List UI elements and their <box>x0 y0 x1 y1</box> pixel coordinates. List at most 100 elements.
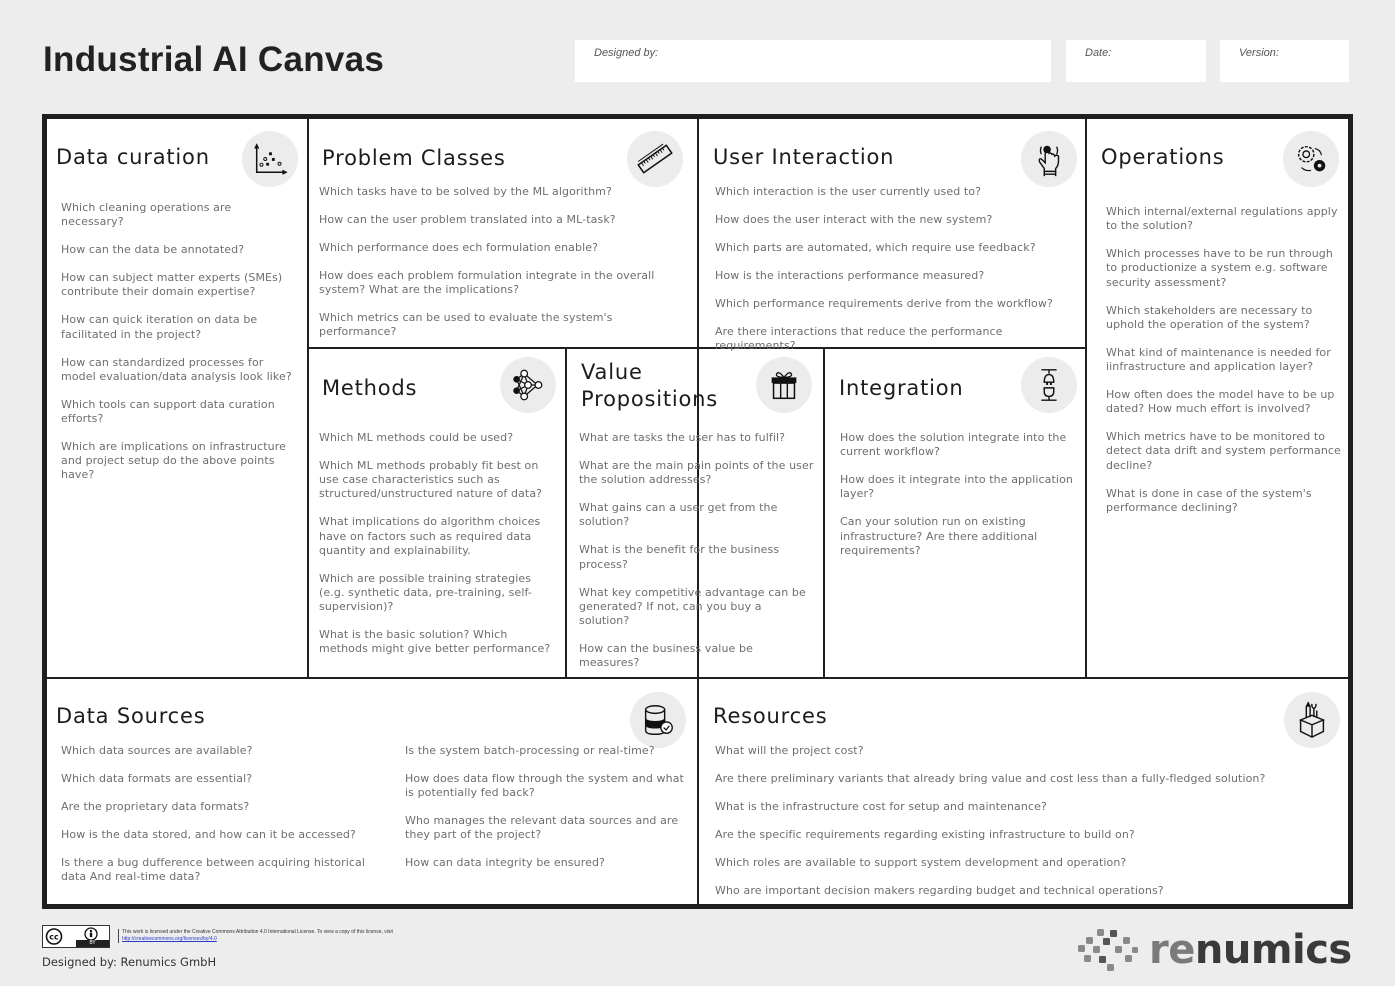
question-item: Which roles are available to support sys… <box>715 856 1127 869</box>
question-item: Which performance does ech formulation e… <box>319 241 599 254</box>
renumics-logo[interactable]: renumics <box>1077 925 1352 975</box>
question-item: Are the proprietary data formats? <box>61 800 250 813</box>
date-label: Date: <box>1085 47 1112 59</box>
user-interaction-title: User Interaction <box>713 145 895 169</box>
svg-text:cc: cc <box>49 933 59 942</box>
designed-by-credit: Designed by: Renumics GmbH <box>42 955 217 969</box>
question-item: Can your solution run on existing infras… <box>840 515 1038 557</box>
data-sources-questions-right: Is the system batch-processing or real-t… <box>405 744 690 884</box>
question-item: How can the business value be measures? <box>579 642 753 670</box>
version-field[interactable]: Version: <box>1220 40 1349 82</box>
data-curation-questions: Which cleaning operations are necessary?… <box>61 201 293 496</box>
date-field[interactable]: Date: <box>1066 40 1206 82</box>
question-item: What gains can a user get from the solut… <box>579 501 778 529</box>
problem-classes-questions: Which tasks have to be solved by the ML … <box>319 185 689 353</box>
version-label: Version: <box>1239 47 1279 59</box>
problem-classes-title: Problem Classes <box>322 146 506 170</box>
license-text: This work is licensed under the Creative… <box>122 929 393 935</box>
designed-by-field[interactable]: Designed by: <box>575 40 1051 82</box>
question-item: Which tasks have to be solved by the ML … <box>319 185 612 198</box>
question-item: Which processes have to be run through t… <box>1106 247 1333 289</box>
question-item: What is the benefit for the business pro… <box>579 543 780 571</box>
question-item: How can the user problem translated into… <box>319 213 616 226</box>
question-item: Which metrics have to be monitored to de… <box>1106 430 1341 472</box>
question-item: How does the user interact with the new … <box>715 213 993 226</box>
page-title: Industrial AI Canvas <box>43 40 385 79</box>
question-item: What implications do algorithm choices h… <box>319 515 541 557</box>
question-item: Which interaction is the user currently … <box>715 185 982 198</box>
question-item: Which stakeholders are necessary to upho… <box>1106 303 1313 331</box>
user-interaction-questions: Which interaction is the user currently … <box>715 185 1083 367</box>
question-item: Which internal/external regulations appl… <box>1106 205 1338 233</box>
operations-title: Operations <box>1101 145 1225 169</box>
value-propositions-title-line2: Propositions <box>581 387 719 411</box>
gears-cycle-icon <box>1283 131 1339 187</box>
question-item: Which ML methods could be used? <box>319 431 514 444</box>
operations-questions: Which internal/external regulations appl… <box>1106 205 1342 529</box>
question-item: Who are important decision makers regard… <box>715 884 1164 897</box>
question-item: What will the project cost? <box>715 744 864 757</box>
divider <box>307 119 309 679</box>
question-item: How often does the model have to be up d… <box>1106 388 1335 416</box>
data-sources-questions-left: Which data sources are available? Which … <box>61 744 391 898</box>
question-item: Is there a bug dufference between acquir… <box>61 856 366 884</box>
question-item: What are the main pain points of the use… <box>579 459 814 487</box>
question-item: How does each problem formulation integr… <box>319 269 655 297</box>
question-item: How can data integrity be ensured? <box>405 856 605 870</box>
divider <box>565 347 567 679</box>
tools-box-icon <box>1284 692 1340 748</box>
question-item: Which data sources are available? <box>61 744 253 757</box>
cc-icon: cc <box>43 926 77 947</box>
plug-socket-icon <box>1021 357 1077 413</box>
license-notice: This work is licensed under the Creative… <box>118 929 448 943</box>
question-item: How is the data stored, and how can it b… <box>61 828 356 841</box>
value-propositions-title: Value Propositions <box>581 359 718 413</box>
question-item: What key competitive advantage can be ge… <box>579 585 806 628</box>
question-item: Which metrics can be used to evaluate th… <box>319 311 613 339</box>
license-link[interactable]: http://creativecommons.org/licenses/by/4… <box>122 936 217 942</box>
question-item: Which are implications on infrastructure… <box>61 440 286 482</box>
question-item: Which tools can support data curation ef… <box>61 397 275 426</box>
integration-title: Integration <box>839 376 964 400</box>
value-propositions-title-line1: Value <box>581 360 643 384</box>
neural-network-icon <box>500 357 556 413</box>
question-item: Which performance requirements derive fr… <box>715 297 1053 310</box>
question-item: How can standardized processes for model… <box>61 355 292 383</box>
question-item: What are tasks the user has to fulfil? <box>579 431 786 444</box>
integration-questions: How does the solution integrate into the… <box>840 431 1076 572</box>
question-item: How does data flow through the system an… <box>405 772 684 800</box>
question-item: What is the infrastructure cost for setu… <box>715 800 1047 813</box>
cc-by-label: BY <box>76 940 109 947</box>
question-item: Are the specific requirements regarding … <box>715 828 1135 841</box>
question-item: Which ML methods probably fit best on us… <box>319 459 543 501</box>
question-item: Which cleaning operations are necessary? <box>61 201 232 229</box>
wordmark-re: re <box>1149 927 1195 973</box>
question-item: Who manages the relevant data sources an… <box>405 814 679 842</box>
question-item: Are there preliminary variants that alre… <box>715 772 1266 785</box>
designed-by-label: Designed by: <box>594 47 659 59</box>
cc-by-badge[interactable]: cc BY <box>42 925 110 948</box>
question-item: How does it integrate into the applicati… <box>840 473 1073 501</box>
divider <box>1085 119 1087 679</box>
attribution-person-icon <box>84 927 98 941</box>
data-curation-title: Data curation <box>56 145 210 169</box>
question-item: How does the solution integrate into the… <box>840 431 1067 459</box>
question-item: How is the interactions performance meas… <box>715 269 985 282</box>
renumics-wordmark: renumics <box>1149 927 1352 973</box>
question-item: How can the data be annotated? <box>61 243 245 257</box>
methods-questions: Which ML methods could be used? Which ML… <box>319 431 555 670</box>
data-sources-title: Data Sources <box>56 704 206 728</box>
wordmark-numics: numics <box>1194 927 1352 973</box>
question-item: Which data formats are essential? <box>61 772 253 785</box>
methods-title: Methods <box>322 376 418 400</box>
hand-tap-icon <box>1021 131 1077 187</box>
question-item: What kind of maintenance is needed for i… <box>1106 345 1331 374</box>
resources-questions: What will the project cost? Are there pr… <box>715 744 1335 912</box>
divider <box>823 347 825 679</box>
value-propositions-questions: What are tasks the user has to fulfil? W… <box>579 431 814 684</box>
question-item: Is the system batch-processing or real-t… <box>405 744 655 757</box>
resources-title: Resources <box>713 704 828 728</box>
question-item: What is done in case of the system's per… <box>1106 486 1312 514</box>
question-item: What is the basic solution? Which method… <box>319 628 551 656</box>
question-item: Which parts are automated, which require… <box>715 241 1036 254</box>
